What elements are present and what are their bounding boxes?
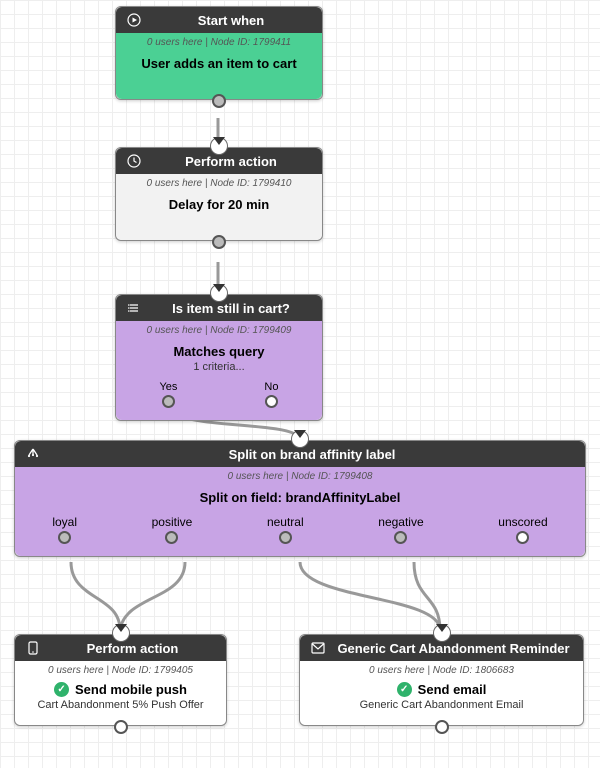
list-icon xyxy=(126,300,142,316)
port-out[interactable] xyxy=(435,720,449,734)
branch-no[interactable]: No xyxy=(264,381,278,408)
split-icon xyxy=(25,446,41,462)
mail-icon xyxy=(310,640,326,656)
node-meta: 0 users here | Node ID: 1799405 xyxy=(15,661,226,678)
node-main: User adds an item to cart xyxy=(116,50,322,99)
node-action: Send email xyxy=(418,682,487,697)
branch-neutral[interactable]: neutral xyxy=(267,515,304,544)
node-extra: 1 criteria... xyxy=(116,361,322,381)
node-title: Perform action xyxy=(49,641,216,656)
branch-unscored[interactable]: unscored xyxy=(498,515,547,544)
node-title: Perform action xyxy=(150,154,312,169)
node-main: Matches query xyxy=(116,338,322,361)
node-split-brand-affinity[interactable]: Split on brand affinity label 0 users he… xyxy=(14,440,586,557)
node-title: Is item still in cart? xyxy=(150,301,312,316)
port-in[interactable] xyxy=(213,286,225,292)
node-delay[interactable]: Perform action 0 users here | Node ID: 1… xyxy=(115,147,323,241)
port-in[interactable] xyxy=(115,626,127,632)
port-out[interactable] xyxy=(212,235,226,249)
port-in[interactable] xyxy=(436,626,448,632)
check-icon: ✓ xyxy=(397,682,412,697)
node-action-push[interactable]: Perform action 0 users here | Node ID: 1… xyxy=(14,634,227,726)
mobile-icon xyxy=(25,640,41,656)
node-meta: 0 users here | Node ID: 1799410 xyxy=(116,174,322,191)
node-action: Send mobile push xyxy=(75,682,187,697)
node-main: Split on field: brandAffinityLabel xyxy=(15,484,585,515)
port-in[interactable] xyxy=(213,139,225,145)
node-title: Split on brand affinity label xyxy=(49,447,575,462)
node-filter-still-in-cart[interactable]: Is item still in cart? 0 users here | No… xyxy=(115,294,323,421)
branch-negative[interactable]: negative xyxy=(378,515,423,544)
node-main: Delay for 20 min xyxy=(116,191,322,240)
branch-loyal[interactable]: loyal xyxy=(52,515,77,544)
port-out[interactable] xyxy=(114,720,128,734)
port-in[interactable] xyxy=(294,432,306,438)
node-start[interactable]: Start when 0 users here | Node ID: 17994… xyxy=(115,6,323,100)
node-meta: 0 users here | Node ID: 1799409 xyxy=(116,321,322,338)
node-meta: 0 users here | Node ID: 1799408 xyxy=(15,467,585,484)
check-icon: ✓ xyxy=(54,682,69,697)
node-meta: 0 users here | Node ID: 1806683 xyxy=(300,661,583,678)
node-title: Start when xyxy=(150,13,312,28)
clock-icon xyxy=(126,153,142,169)
branch-yes[interactable]: Yes xyxy=(159,381,177,408)
branch-positive[interactable]: positive xyxy=(152,515,193,544)
node-title: Generic Cart Abandonment Reminder xyxy=(334,641,573,656)
port-out[interactable] xyxy=(212,94,226,108)
node-action-email[interactable]: Generic Cart Abandonment Reminder 0 user… xyxy=(299,634,584,726)
node-meta: 0 users here | Node ID: 1799411 xyxy=(116,33,322,50)
play-icon xyxy=(126,12,142,28)
